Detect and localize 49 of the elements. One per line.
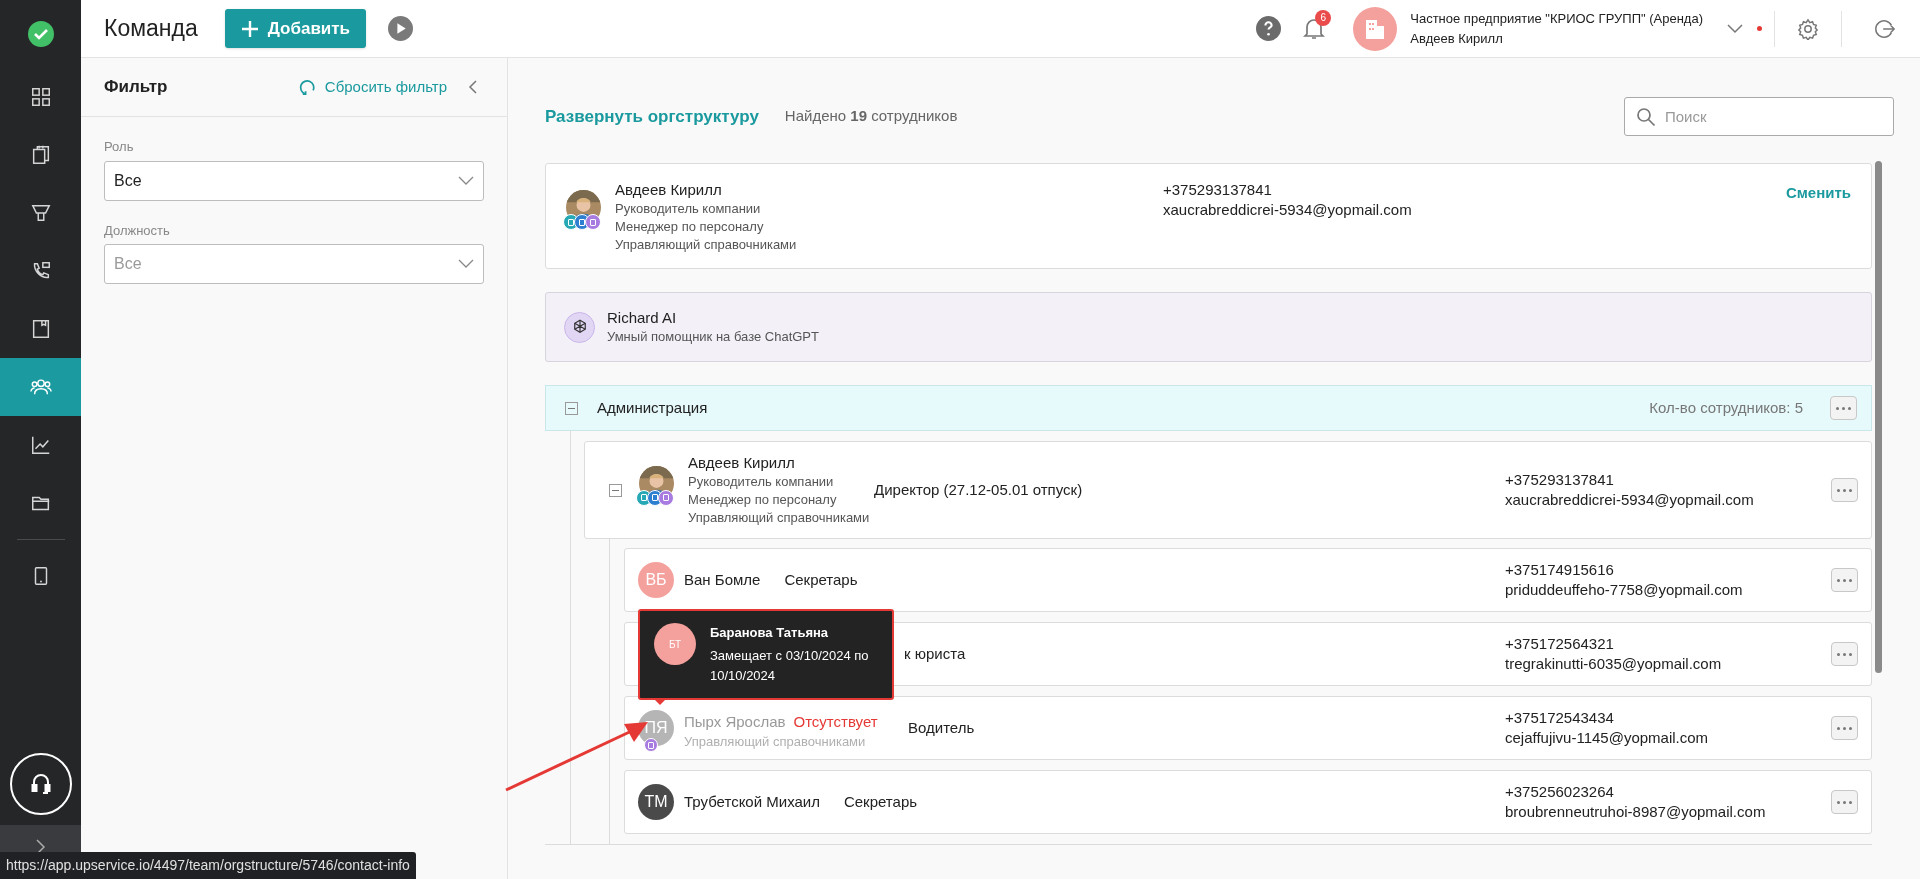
employee-name: Авдеев Кирилл: [615, 180, 723, 200]
phone-number: +375172543434: [1505, 708, 1615, 728]
company-name: Частное предприятие "КРИОС ГРУПП" (Аренда): [1410, 9, 1703, 28]
job-position: Секретарь: [784, 569, 858, 590]
tooltip-title: Баранова Татьяна: [710, 624, 830, 642]
phone-number: +375172564321: [1505, 634, 1615, 654]
employee-role: Менеджер по персоналу: [688, 491, 838, 509]
filter-title: Фильтр: [104, 76, 168, 99]
employee-role: Управляющий справочниками: [615, 236, 798, 254]
phone-number: +375256023264: [1505, 782, 1615, 802]
employee-role: Управляющий справочниками: [684, 733, 867, 752]
field-label: Роль: [104, 138, 135, 156]
absence-status: Отсутствует: [793, 711, 878, 732]
phone-number: +375293137841: [1505, 470, 1615, 490]
email-address: xaucrabreddicrei-5934@yopmail.com: [1505, 490, 1755, 510]
field-label: Должность: [104, 221, 171, 240]
link-url-tooltip: https://app.upservice.io/4497/team/orgstructure/5746/contact-info: [0, 852, 416, 879]
phone-number: +375174915616: [1505, 560, 1615, 580]
avatar: БТ: [654, 623, 696, 665]
avatar: ПЯ: [638, 710, 674, 746]
tooltip-text: Замещает с 03/10/2024 по 10/10/2024: [710, 647, 870, 685]
department-name: Администрация: [597, 397, 708, 418]
employee-role: Менеджер по персоналу: [615, 218, 765, 236]
job-position: к юриста: [904, 643, 966, 664]
email-address: xaucrabreddicrei-5934@yopmail.com: [1163, 200, 1413, 220]
page-title: Команда: [104, 14, 198, 44]
email-address: broubrenneutruhoi-8987@yopmail.com: [1505, 802, 1767, 822]
email-address: tregrakinutti-6035@yopmail.com: [1505, 654, 1723, 674]
job-position: Водитель: [908, 717, 975, 738]
ai-name: Richard AI: [607, 308, 678, 328]
email-address: priduddeuffeho-7758@yopmail.com: [1505, 580, 1744, 600]
employee-name: Пырх Ярослав: [684, 711, 786, 732]
employee-name: Трубетской Михаил: [684, 791, 820, 812]
job-position: Директор (27.12-05.01 отпуск): [874, 479, 1084, 500]
user-name: Авдеев Кирилл: [1410, 29, 1504, 48]
notification-badge: 6: [1315, 9, 1332, 26]
phone-number: +375293137841: [1163, 180, 1273, 200]
employee-name: Ван Бомле: [684, 569, 761, 590]
email-address: cejaffujivu-1145@yopmail.com: [1505, 728, 1710, 748]
avatar: ТМ: [638, 784, 674, 820]
avatar: ВБ: [638, 562, 674, 598]
employee-role: Руководитель компании: [615, 200, 762, 218]
employee-name: Авдеев Кирилл: [688, 453, 796, 473]
ai-description: Умный помощник на базе ChatGPT: [607, 328, 819, 346]
employee-role: Управляющий справочниками: [688, 509, 871, 527]
employee-role: Руководитель компании: [688, 473, 835, 491]
found-count: Найдено 19 сотрудников: [784, 106, 958, 127]
job-position: Секретарь: [843, 791, 918, 812]
employee-count: Кол-во сотрудников: 5: [1649, 397, 1803, 418]
